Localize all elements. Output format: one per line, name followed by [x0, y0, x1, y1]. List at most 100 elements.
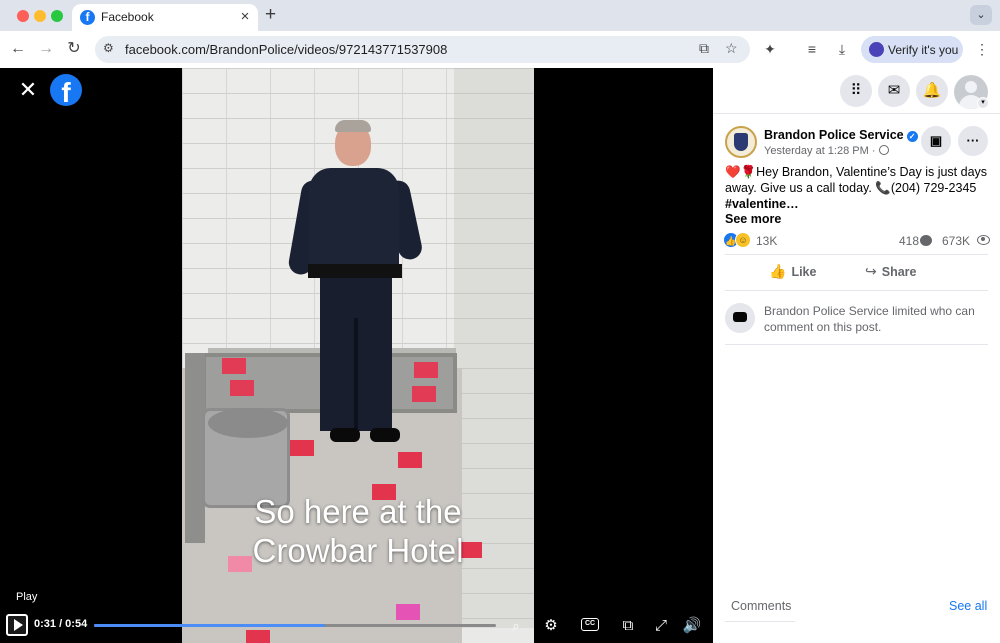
- browser-chrome: f Facebook × + ⌄ ← → ↻ ⚙ facebook.com/Br…: [0, 0, 1000, 68]
- verify-identity-button[interactable]: Verify it's you: [861, 36, 963, 63]
- save-post-icon[interactable]: ▣: [921, 126, 951, 156]
- media-controls-icon[interactable]: ≡: [802, 39, 822, 59]
- post-panel: ⠿ ✉ 🔔 ▾ Brandon Police Service ✓ Yesterda…: [713, 68, 1000, 643]
- closed-captions-icon[interactable]: CC: [581, 618, 599, 631]
- close-video-icon[interactable]: ✕: [16, 78, 40, 102]
- officer-leg-split: [354, 318, 358, 431]
- messenger-icon[interactable]: ✉: [878, 75, 910, 107]
- account-chevron-icon[interactable]: ▾: [977, 97, 989, 109]
- view-count: 673K: [942, 234, 971, 248]
- address-bar[interactable]: ⚙ facebook.com/BrandonPolice/videos/9721…: [95, 36, 750, 63]
- officer-hair: [335, 120, 371, 132]
- downloads-icon[interactable]: ⤓: [832, 39, 852, 59]
- share-arrow-icon: ↪: [865, 263, 877, 279]
- comment-limited-icon: [725, 303, 755, 333]
- like-label: Like: [791, 265, 817, 279]
- post-body: ❤️🌹Hey Brandon, Valentine’s Day is just …: [725, 164, 990, 212]
- comment-limit-notice: Brandon Police Service limited who can c…: [725, 302, 988, 344]
- video-controls: 0:31 / 0:54 ⌕ ⚙ CC ⧉ ⤢ 🔊: [0, 610, 713, 643]
- comments-bar: Comments See all: [713, 593, 1000, 623]
- profile-dot-icon: [869, 42, 884, 57]
- bookmark-star-icon[interactable]: ☆: [725, 40, 738, 57]
- facebook-topbar: ⠿ ✉ 🔔 ▾: [713, 68, 1000, 114]
- comments-underline: [725, 621, 795, 622]
- toilet-bowl: [208, 408, 288, 438]
- officer-duty-belt: [308, 264, 402, 278]
- play-button[interactable]: [6, 614, 28, 636]
- paper-heart: [412, 386, 436, 402]
- new-tab-plus-icon[interactable]: +: [265, 5, 276, 25]
- divider: [725, 254, 988, 255]
- captions-search-icon[interactable]: ⌕: [506, 616, 526, 636]
- comments-tab[interactable]: Comments: [731, 599, 791, 613]
- settings-gear-icon[interactable]: ⚙: [541, 616, 561, 636]
- minimize-window-button[interactable]: [34, 10, 46, 22]
- paper-heart: [398, 452, 422, 468]
- caption-line: So here at the: [254, 493, 462, 530]
- facebook-favicon-icon: f: [80, 10, 95, 25]
- facebook-logo-icon[interactable]: f: [50, 74, 82, 106]
- site-settings-icon[interactable]: ⚙: [103, 41, 114, 55]
- install-app-icon[interactable]: ⧉: [699, 40, 709, 57]
- caption-line: Crowbar Hotel: [252, 532, 464, 569]
- more-options-icon[interactable]: ···: [958, 126, 988, 156]
- paper-heart: [414, 362, 438, 378]
- divider: [725, 290, 988, 291]
- forward-arrow-icon[interactable]: →: [36, 39, 56, 59]
- notifications-bell-icon[interactable]: 🔔: [916, 75, 948, 107]
- post-header: Brandon Police Service ✓ Yesterday at 1:2…: [725, 126, 990, 166]
- video-player[interactable]: ✕ f So here at the Crowbar Hotel Play 0:…: [0, 68, 713, 643]
- like-button[interactable]: 👍 Like: [769, 259, 816, 283]
- see-all-link[interactable]: See all: [949, 599, 987, 613]
- tab-close-icon[interactable]: ×: [236, 8, 254, 26]
- reaction-summary[interactable]: 👍 ☺ 13K 418 673K: [723, 231, 990, 249]
- picture-in-picture-icon[interactable]: ⧉: [618, 616, 638, 636]
- tab-search-chevron-icon[interactable]: ⌄: [970, 5, 992, 25]
- see-more-link[interactable]: See more: [725, 212, 781, 226]
- fullscreen-icon[interactable]: ⤢: [651, 616, 671, 636]
- play-tooltip: Play: [16, 591, 38, 603]
- browser-menu-kebab-icon[interactable]: ⋮: [972, 39, 992, 59]
- page-name[interactable]: Brandon Police Service: [764, 128, 904, 142]
- url-text[interactable]: facebook.com/BrandonPolice/videos/972143…: [125, 42, 447, 57]
- paper-heart: [222, 358, 246, 374]
- maximize-window-button[interactable]: [51, 10, 63, 22]
- tab-facebook[interactable]: f Facebook ×: [72, 4, 258, 31]
- police-badge-logo[interactable]: [725, 126, 757, 158]
- browser-toolbar: ← → ↻ ⚙ facebook.com/BrandonPolice/video…: [0, 31, 1000, 68]
- close-window-button[interactable]: [17, 10, 29, 22]
- paper-heart: [290, 440, 314, 456]
- post-text: ❤️🌹Hey Brandon, Valentine’s Day is just …: [725, 165, 988, 195]
- officer-boot: [330, 428, 360, 442]
- back-arrow-icon[interactable]: ←: [8, 39, 28, 59]
- tab-strip: f Facebook × + ⌄: [0, 0, 1000, 31]
- progress-fill: [94, 624, 325, 627]
- reload-icon[interactable]: ↻: [64, 39, 84, 59]
- comment-count[interactable]: 418: [899, 234, 919, 248]
- post-time-text[interactable]: Yesterday at 1:28 PM ·: [764, 145, 876, 157]
- public-globe-icon: [878, 145, 889, 155]
- share-button[interactable]: ↪ Share: [865, 259, 916, 283]
- menu-grid-icon[interactable]: ⠿: [840, 75, 872, 107]
- officer-boot: [370, 428, 400, 442]
- progress-bar[interactable]: [94, 624, 496, 627]
- divider: [725, 344, 988, 345]
- thumbs-up-icon: 👍: [769, 263, 787, 279]
- hashtag-link[interactable]: #valentine…: [725, 197, 799, 211]
- officer-torso: [309, 168, 399, 276]
- paper-heart: [230, 380, 254, 396]
- extensions-puzzle-icon[interactable]: ✦: [760, 39, 780, 59]
- haha-reaction-icon: ☺: [735, 232, 751, 248]
- page-name-link[interactable]: Brandon Police Service ✓: [764, 128, 918, 142]
- views-eye-icon: [977, 235, 990, 245]
- avatar-head: [965, 81, 977, 93]
- post-timestamp[interactable]: Yesterday at 1:28 PM ·: [764, 145, 889, 157]
- video-frame[interactable]: So here at the Crowbar Hotel: [182, 68, 534, 643]
- reaction-count[interactable]: 13K: [756, 234, 777, 248]
- verified-badge-icon: ✓: [906, 131, 918, 142]
- comment-bubble-icon: [920, 235, 932, 246]
- share-label: Share: [881, 265, 917, 279]
- limited-notice-text: Brandon Police Service limited who can c…: [764, 304, 975, 334]
- verify-label: Verify it's you: [888, 43, 959, 57]
- volume-icon[interactable]: 🔊: [682, 616, 702, 636]
